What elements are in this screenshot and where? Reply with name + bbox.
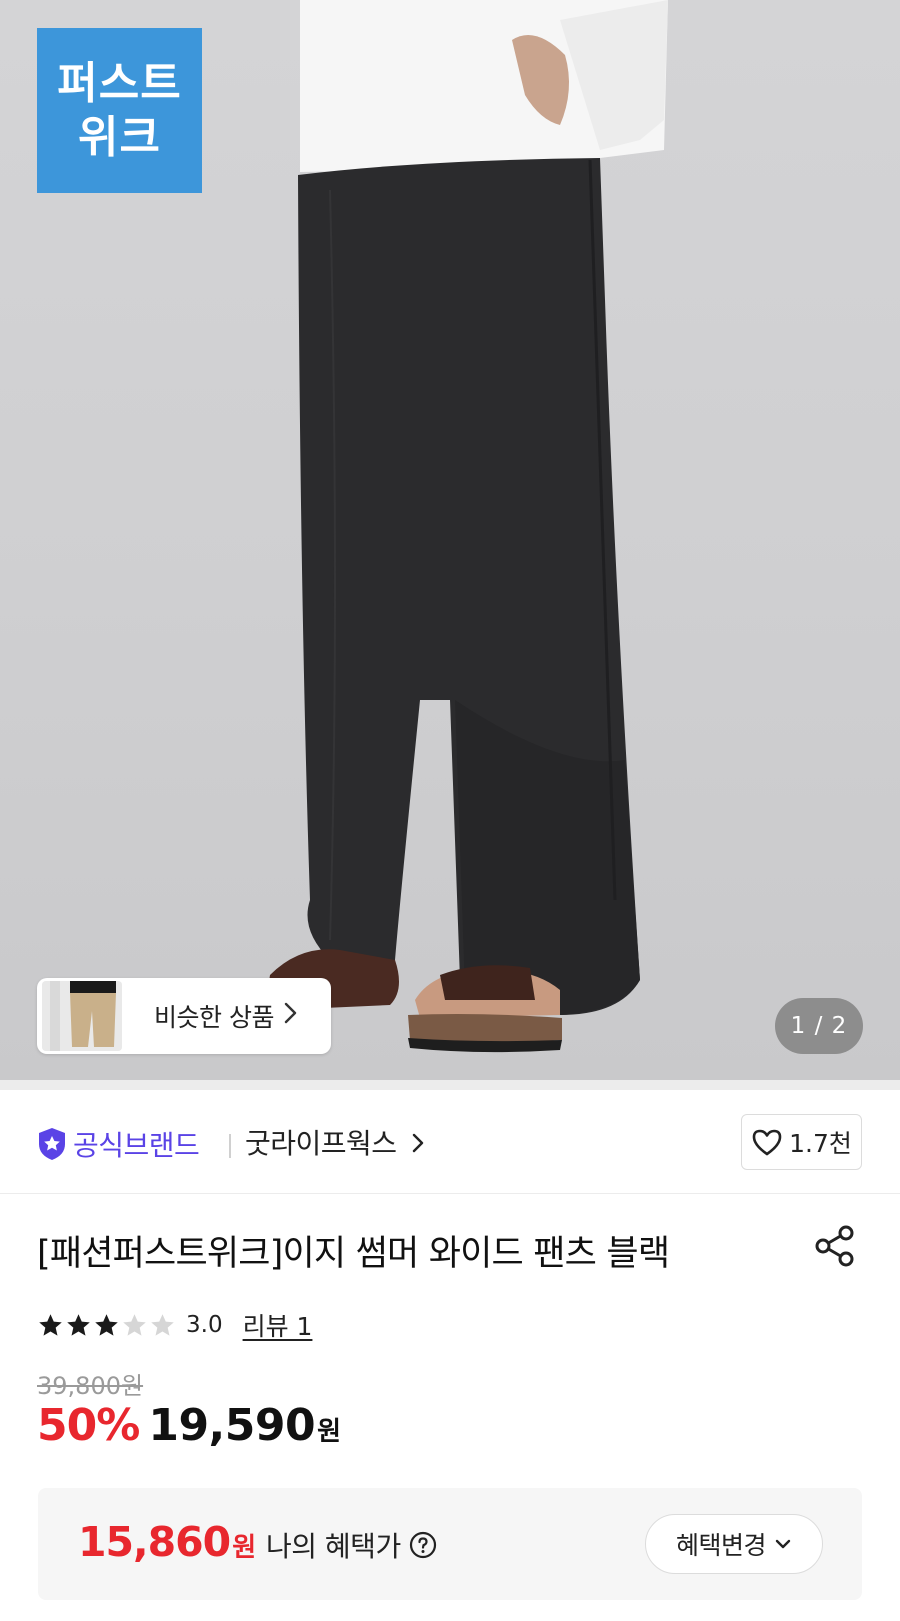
similar-products-label: 비슷한 상품 xyxy=(154,1003,274,1032)
image-pager-indicator: 1 / 2 xyxy=(775,998,863,1054)
chevron-down-icon xyxy=(775,1539,791,1549)
star-filled-icon xyxy=(39,1313,62,1336)
star-empty-icon xyxy=(123,1313,146,1336)
original-price: 39,800원 xyxy=(37,1372,144,1400)
star-filled-icon xyxy=(67,1313,90,1336)
similar-product-thumbnail xyxy=(42,981,122,1051)
share-icon xyxy=(815,1225,854,1267)
brand-badge-line2: 위크 xyxy=(78,111,161,163)
sale-price: 19,590 xyxy=(148,1400,316,1451)
review-link[interactable]: 리뷰 1 xyxy=(243,1307,313,1343)
change-benefit-button[interactable]: 혜택변경 xyxy=(645,1514,823,1574)
store-name: 굿라이프웍스 xyxy=(245,1127,397,1160)
chevron-right-icon xyxy=(284,1001,298,1031)
chevron-right-icon xyxy=(412,1133,424,1153)
like-button[interactable]: 1.7천 xyxy=(741,1114,862,1170)
benefit-price-value: 15,860 xyxy=(78,1518,231,1566)
share-button[interactable] xyxy=(811,1222,859,1270)
rating-row: 3.0 리뷰 1 xyxy=(37,1307,312,1343)
change-benefit-label: 혜택변경 xyxy=(675,1531,767,1560)
brand-row: 공식브랜드 굿라이프웍스 1.7천 xyxy=(0,1090,900,1194)
benefit-price: 15,860 원 xyxy=(78,1518,256,1566)
heart-icon xyxy=(752,1129,782,1156)
product-image-carousel[interactable]: 퍼스트 위크 비슷한 상품 1 / 2 xyxy=(0,0,900,1080)
brand-divider xyxy=(229,1134,231,1158)
store-link[interactable]: 굿라이프웍스 xyxy=(245,1122,425,1162)
section-divider xyxy=(0,1080,900,1090)
product-title: [패션퍼스트위크]이지 썸머 와이드 팬츠 블랙 xyxy=(37,1234,670,1274)
question-circle-icon[interactable] xyxy=(409,1531,437,1559)
brand-badge-logo: 퍼스트 위크 xyxy=(37,28,202,193)
star-empty-icon xyxy=(151,1313,174,1336)
benefit-label-row[interactable]: 나의 혜택가 xyxy=(266,1525,437,1565)
star-rating xyxy=(37,1312,177,1339)
star-filled-icon xyxy=(95,1313,118,1336)
like-count: 1.7천 xyxy=(789,1129,852,1158)
similar-products-button[interactable]: 비슷한 상품 xyxy=(37,978,331,1054)
discount-rate: 50% xyxy=(37,1400,140,1451)
price-row: 50% 19,590 원 xyxy=(37,1400,341,1451)
brand-badge-line1: 퍼스트 xyxy=(57,57,182,109)
shield-star-icon xyxy=(39,1128,65,1160)
official-brand-badge[interactable]: 공식브랜드 xyxy=(37,1124,200,1164)
benefit-label: 나의 혜택가 xyxy=(266,1530,401,1563)
price-currency: 원 xyxy=(317,1417,342,1447)
benefit-price-currency: 원 xyxy=(232,1533,257,1563)
benefit-price-box: 15,860 원 나의 혜택가 혜택변경 xyxy=(38,1488,862,1600)
rating-value: 3.0 xyxy=(186,1312,223,1338)
official-brand-label: 공식브랜드 xyxy=(73,1129,200,1162)
